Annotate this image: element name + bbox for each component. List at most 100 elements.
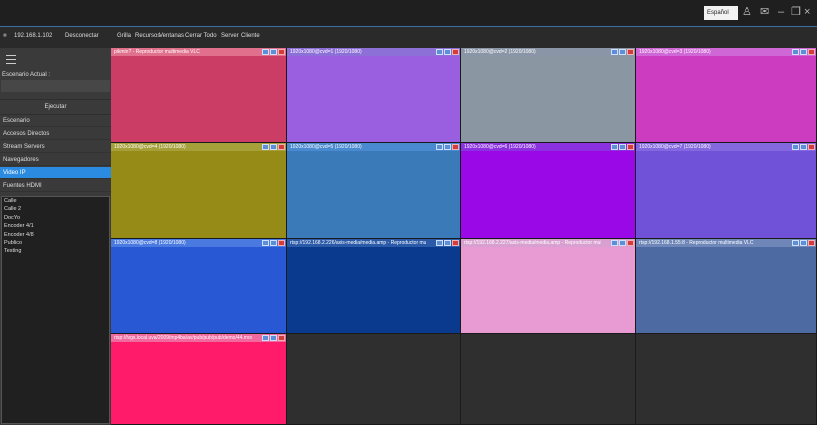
close-window-icon[interactable] — [627, 144, 634, 150]
minimize-window-icon[interactable] — [611, 49, 618, 55]
window-titlebar[interactable]: rtsp://lvgs.local.uva/2009/mp4ba/av/pub/… — [111, 334, 286, 342]
menu-grilla[interactable]: Grilla — [117, 33, 131, 39]
close-window-icon[interactable] — [452, 240, 459, 246]
minimize-window-icon[interactable] — [792, 240, 799, 246]
minimize-icon[interactable]: – — [778, 5, 784, 19]
sidebar-item-navegadores[interactable]: Navegadores — [0, 154, 111, 166]
maximize-window-icon[interactable] — [619, 240, 626, 246]
video-window[interactable]: 1920x1080@cvd=8 (1920/1080) — [111, 239, 287, 334]
sidebar-item-video-ip[interactable]: Video IP — [0, 167, 111, 179]
close-window-icon[interactable] — [627, 49, 634, 55]
menu-recursos[interactable]: Recursos — [135, 33, 160, 39]
maximize-window-icon[interactable] — [444, 144, 451, 150]
window-title: 1920x1080@cvd=5 (1920/1080) — [290, 144, 362, 150]
minimize-window-icon[interactable] — [611, 144, 618, 150]
maximize-window-icon[interactable] — [270, 49, 277, 55]
window-titlebar[interactable]: 1920x1080@cvd=2 (1920/1080) — [461, 48, 635, 56]
mail-icon[interactable]: ✉ — [760, 5, 769, 19]
window-titlebar[interactable]: 1920x1080@cvd=5 (1920/1080) — [287, 143, 460, 151]
list-item[interactable]: Publico — [2, 239, 109, 247]
list-item[interactable]: Calle — [2, 197, 109, 205]
list-item[interactable]: Encoder 4/1 — [2, 222, 109, 230]
menu-cerrar-todo[interactable]: Cerrar Todo — [185, 33, 217, 39]
sidebar-item-escenario[interactable]: Escenario — [0, 115, 111, 127]
maximize-window-icon[interactable] — [270, 144, 277, 150]
minimize-window-icon[interactable] — [262, 144, 269, 150]
minimize-window-icon[interactable] — [611, 240, 618, 246]
restore-icon[interactable]: ❐ — [791, 5, 801, 19]
window-titlebar[interactable]: 1920x1080@cvd=8 (1920/1080) — [111, 239, 286, 247]
maximize-window-icon[interactable] — [270, 335, 277, 341]
maximize-window-icon[interactable] — [270, 240, 277, 246]
list-item[interactable]: Encoder 4/8 — [2, 231, 109, 239]
close-window-icon[interactable] — [278, 240, 285, 246]
sidebar-item-stream-servers[interactable]: Stream Servers — [0, 141, 111, 153]
minimize-window-icon[interactable] — [436, 144, 443, 150]
minimize-window-icon[interactable] — [262, 49, 269, 55]
sidebar-item-accesos-directos[interactable]: Accesos Directos — [0, 128, 111, 140]
window-titlebar[interactable]: rtsp://192.168.2.227/axis-media/media.am… — [461, 239, 635, 247]
hamburger-icon[interactable] — [6, 55, 16, 67]
maximize-window-icon[interactable] — [800, 240, 807, 246]
list-item[interactable]: DocYo — [2, 214, 109, 222]
video-window[interactable]: 1920x1080@cvd=7 (1920/1080) — [636, 143, 817, 239]
video-window[interactable]: 1920x1080@cvd=1 (1920/1080) — [287, 48, 461, 143]
list-item[interactable]: Calle 2 — [2, 205, 109, 213]
minimize-window-icon[interactable] — [436, 49, 443, 55]
video-window[interactable]: 1920x1080@cvd=3 (1920/1080) — [636, 48, 817, 143]
close-window-icon[interactable] — [452, 144, 459, 150]
window-titlebar[interactable]: 1920x1080@cvd=6 (1920/1080) — [461, 143, 635, 151]
close-window-icon[interactable] — [278, 335, 285, 341]
close-window-icon[interactable] — [627, 240, 634, 246]
user-icon[interactable]: ♙ — [742, 5, 752, 19]
close-window-icon[interactable] — [278, 144, 285, 150]
maximize-window-icon[interactable] — [619, 144, 626, 150]
list-item[interactable]: Testing — [2, 247, 109, 255]
empty-slot[interactable] — [461, 334, 636, 425]
menu-ventanas[interactable]: Ventanas — [159, 33, 184, 39]
video-window[interactable]: 1920x1080@cvd=5 (1920/1080) — [287, 143, 461, 239]
minimize-window-icon[interactable] — [436, 240, 443, 246]
menu-cliente[interactable]: Cliente — [241, 33, 260, 39]
video-window[interactable]: rtsp://192.168.1.55:8 - Reproductor mult… — [636, 239, 817, 334]
video-window[interactable]: 1920x1080@cvd=4 (1920/1080) — [111, 143, 287, 239]
close-icon[interactable]: × — [804, 5, 810, 19]
video-window[interactable]: rtsp://192.168.2.226/axis-media/media.am… — [287, 239, 461, 334]
empty-slot[interactable] — [636, 334, 817, 425]
video-window[interactable]: pikmin? - Reproductor multimedia VLC — [111, 48, 287, 143]
maximize-window-icon[interactable] — [619, 49, 626, 55]
window-titlebar[interactable]: rtsp://192.168.1.55:8 - Reproductor mult… — [636, 239, 816, 247]
close-window-icon[interactable] — [452, 49, 459, 55]
window-titlebar[interactable]: 1920x1080@cvd=1 (1920/1080) — [287, 48, 460, 56]
top-bar: Español ♙ ✉ – ❐ × — [0, 0, 817, 27]
close-window-icon[interactable] — [808, 144, 815, 150]
empty-slot[interactable] — [287, 334, 461, 425]
language-select[interactable]: Español — [704, 6, 738, 20]
window-titlebar[interactable]: rtsp://192.168.2.226/axis-media/media.am… — [287, 239, 460, 247]
menu-server[interactable]: Server — [221, 33, 239, 39]
video-window[interactable]: 1920x1080@cvd=2 (1920/1080) — [461, 48, 636, 143]
minimize-window-icon[interactable] — [792, 49, 799, 55]
maximize-window-icon[interactable] — [444, 49, 451, 55]
maximize-window-icon[interactable] — [800, 144, 807, 150]
maximize-window-icon[interactable] — [444, 240, 451, 246]
scenario-field[interactable] — [1, 80, 110, 92]
window-title: 1920x1080@cvd=3 (1920/1080) — [639, 49, 711, 55]
minimize-window-icon[interactable] — [792, 144, 799, 150]
window-titlebar[interactable]: 1920x1080@cvd=3 (1920/1080) — [636, 48, 816, 56]
close-window-icon[interactable] — [808, 240, 815, 246]
minimize-window-icon[interactable] — [262, 335, 269, 341]
minimize-window-icon[interactable] — [262, 240, 269, 246]
window-titlebar[interactable]: 1920x1080@cvd=7 (1920/1080) — [636, 143, 816, 151]
video-window[interactable]: rtsp://lvgs.local.uva/2009/mp4ba/av/pub/… — [111, 334, 287, 425]
video-window[interactable]: 1920x1080@cvd=6 (1920/1080) — [461, 143, 636, 239]
window-titlebar[interactable]: pikmin? - Reproductor multimedia VLC — [111, 48, 286, 56]
disconnect-button[interactable]: Desconectar — [65, 33, 99, 39]
close-window-icon[interactable] — [278, 49, 285, 55]
maximize-window-icon[interactable] — [800, 49, 807, 55]
execute-button[interactable]: Ejecutar — [0, 99, 111, 115]
sidebar-item-fuentes-hdmi[interactable]: Fuentes HDMI — [0, 180, 111, 192]
close-window-icon[interactable] — [808, 49, 815, 55]
video-window[interactable]: rtsp://192.168.2.227/axis-media/media.am… — [461, 239, 636, 334]
window-titlebar[interactable]: 1920x1080@cvd=4 (1920/1080) — [111, 143, 286, 151]
